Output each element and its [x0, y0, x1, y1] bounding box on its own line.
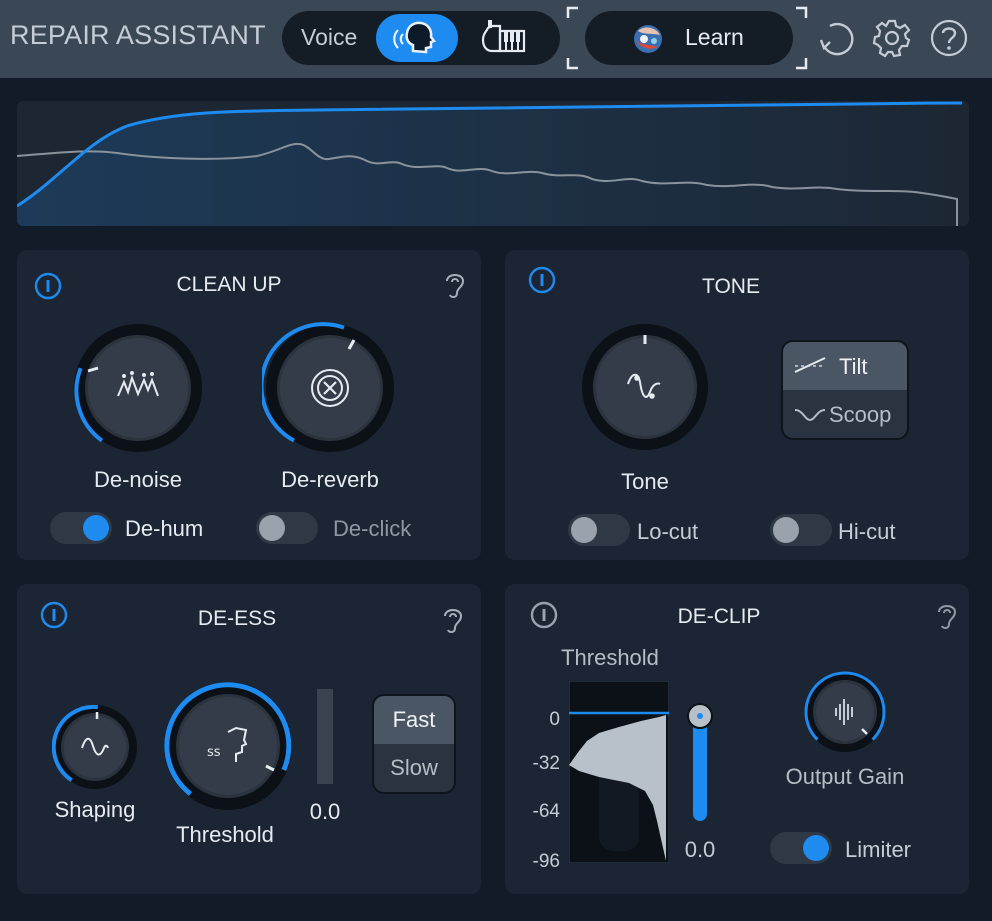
tone-mode-tilt-label: Tilt — [839, 354, 868, 379]
de-clip-threshold-slider-handle[interactable] — [685, 701, 715, 731]
tone-title: TONE — [702, 275, 760, 298]
de-hum-toggle[interactable] — [50, 512, 112, 544]
help-icon[interactable] — [929, 18, 969, 58]
voice-head-icon — [393, 21, 437, 54]
de-ess-speed-fast[interactable]: Fast — [374, 696, 454, 744]
output-gain-label: Output Gain — [785, 764, 905, 789]
shaping-label: Shaping — [54, 797, 136, 822]
de-clip-listen-ear-icon[interactable] — [932, 599, 962, 633]
hi-cut-toggle[interactable] — [770, 514, 832, 546]
de-clip-title: DE-CLIP — [677, 605, 761, 628]
hi-cut-label: Hi-cut — [838, 519, 896, 544]
de-noise-knob[interactable] — [70, 320, 206, 456]
de-clip-scale-32: -32 — [532, 753, 560, 774]
tone-label: Tone — [621, 469, 669, 494]
de-reverb-label: De-reverb — [281, 467, 379, 492]
de-clip-histogram — [569, 681, 669, 863]
de-clip-threshold-label: Threshold — [561, 645, 659, 670]
mode-voice-label[interactable]: Voice — [301, 24, 357, 51]
de-clip-scale-96: -96 — [532, 851, 560, 872]
tone-mode-tilt[interactable]: Tilt — [783, 342, 907, 390]
lo-cut-label: Lo-cut — [637, 519, 699, 544]
tone-knob[interactable] — [580, 322, 710, 452]
learn-orb-icon — [634, 25, 662, 53]
tone-mode-scoop-label: Scoop — [829, 402, 892, 427]
de-click-toggle[interactable] — [256, 512, 318, 544]
limiter-label: Limiter — [845, 837, 912, 862]
clean-up-listen-ear-icon[interactable] — [440, 268, 470, 302]
learn-label: Learn — [685, 24, 744, 50]
de-clip-scale-0: 0 — [549, 709, 560, 730]
gear-icon[interactable] — [872, 18, 912, 58]
de-ess-meter — [317, 689, 333, 784]
app-title: REPAIR ASSISTANT — [10, 20, 266, 50]
limiter-toggle[interactable] — [770, 832, 832, 864]
de-clip-scale-64: -64 — [532, 801, 560, 822]
de-ess-listen-ear-icon[interactable] — [438, 603, 468, 637]
de-noise-label: De-noise — [93, 467, 183, 492]
tone-mode-selector: Tilt Scoop — [781, 340, 909, 440]
de-ess-speed-slow[interactable]: Slow — [374, 744, 454, 792]
tilt-icon — [794, 357, 826, 373]
de-ess-title: DE-ESS — [197, 607, 277, 630]
mode-voice-button[interactable] — [376, 14, 458, 62]
de-reverb-knob[interactable] — [262, 320, 398, 456]
de-ess-meter-value: 0.0 — [309, 799, 341, 824]
clean-up-title: CLEAN UP — [176, 273, 282, 296]
de-ess-threshold-knob[interactable]: ss — [162, 680, 294, 812]
undo-icon[interactable] — [816, 18, 856, 58]
music-instrument-icon — [481, 20, 526, 53]
spectrum-display — [17, 101, 969, 226]
de-hum-label: De-hum — [125, 516, 204, 541]
shaping-knob[interactable] — [52, 704, 138, 790]
de-ess-threshold-label: Threshold — [176, 822, 274, 847]
mode-music-button[interactable] — [474, 14, 534, 62]
lo-cut-toggle[interactable] — [568, 514, 630, 546]
tone-mode-scoop[interactable]: Scoop — [783, 390, 907, 438]
de-clip-threshold-value: 0.0 — [684, 837, 716, 862]
de-click-label: De-click — [333, 516, 412, 541]
de-ess-speed-selector: Fast Slow — [372, 694, 456, 794]
svg-text:ss: ss — [207, 745, 221, 760]
de-reverb-icon — [311, 369, 349, 407]
scoop-icon — [794, 409, 826, 422]
output-gain-knob[interactable] — [804, 671, 886, 753]
